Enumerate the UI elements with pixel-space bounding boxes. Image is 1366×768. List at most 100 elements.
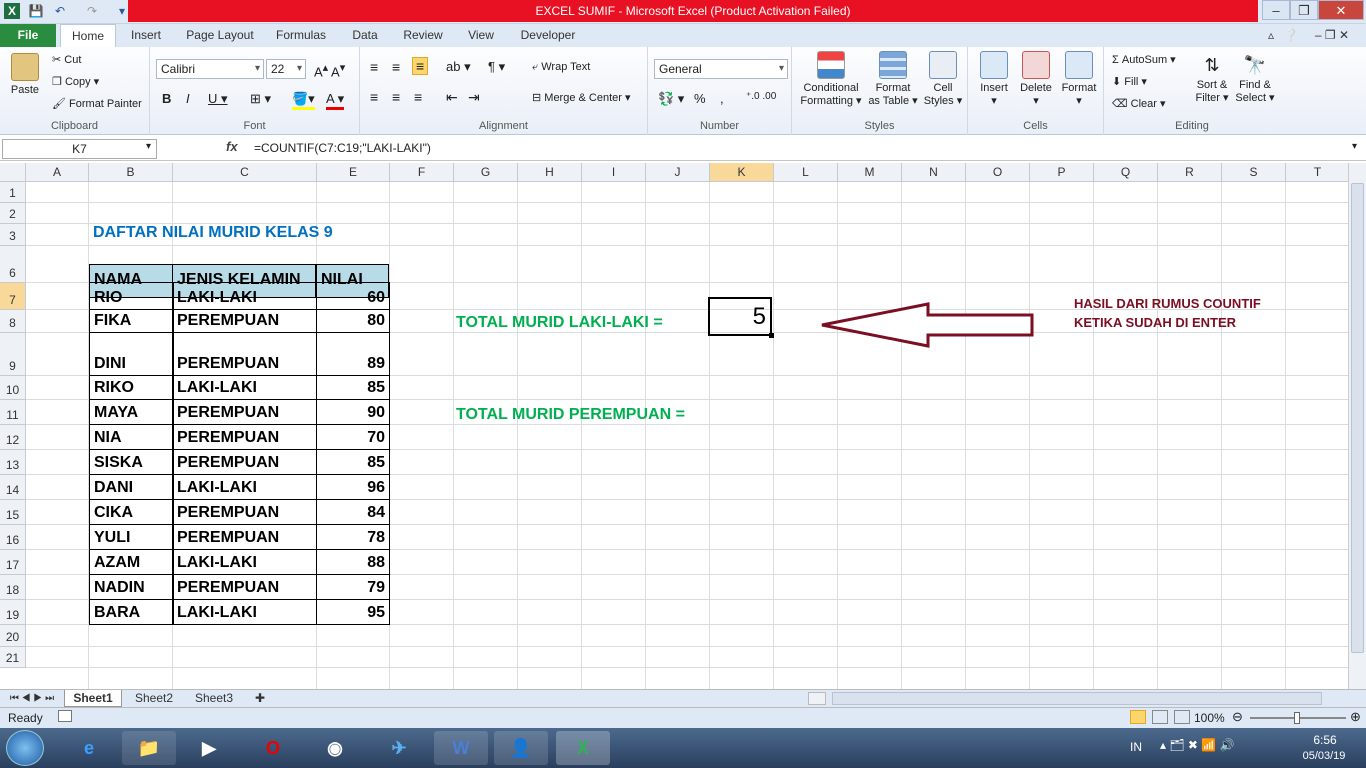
autosum-button[interactable]: Σ AutoSum ▾ [1112, 53, 1176, 66]
cell-styles-button[interactable]: Cell Styles ▾ [922, 51, 964, 107]
sheet-title[interactable]: DAFTAR NILAI MURID KELAS 9 [89, 222, 333, 244]
row-header-19[interactable]: 19 [0, 600, 26, 625]
col-header-j[interactable]: J [646, 163, 710, 182]
comma-icon[interactable]: , [720, 91, 724, 106]
align-right-icon[interactable]: ≡ [414, 89, 422, 105]
worksheet-grid[interactable]: ABCEFGHIJKLMNOPQRST 1 2 3 6 7 8 9 10 11 12 13 14 15 1… [0, 163, 1348, 689]
align-left-icon[interactable]: ≡ [370, 89, 378, 105]
percent-icon[interactable]: % [694, 91, 706, 106]
col-header-p[interactable]: P [1030, 163, 1094, 182]
record-name[interactable]: RIO [89, 282, 174, 310]
orientation-icon[interactable]: ab ▾ [446, 59, 471, 75]
row-header-13[interactable]: 13 [0, 450, 26, 475]
record-score[interactable]: 78 [316, 524, 390, 550]
row-header-9[interactable]: 9 [0, 333, 26, 376]
tab-home[interactable]: Home [60, 24, 116, 47]
record-score[interactable]: 85 [316, 449, 390, 475]
record-gender[interactable]: PEREMPUAN [172, 309, 317, 333]
tab-review[interactable]: Review [398, 24, 448, 47]
col-header-k[interactable]: K [710, 163, 774, 182]
tab-developer[interactable]: Developer [514, 24, 582, 47]
col-header-e[interactable]: E [317, 163, 390, 182]
delete-cells-button[interactable]: Delete ▾ [1016, 51, 1056, 107]
sheet-tab-1[interactable]: Sheet1 [64, 690, 122, 707]
row-header-16[interactable]: 16 [0, 525, 26, 550]
save-icon[interactable]: 💾 [28, 3, 44, 19]
record-score[interactable]: 70 [316, 424, 390, 450]
align-center-icon[interactable]: ≡ [392, 89, 400, 105]
row-header-20[interactable]: 20 [0, 625, 26, 647]
record-gender[interactable]: LAKI-LAKI [172, 599, 317, 625]
note-line-1[interactable]: HASIL DARI RUMUS COUNTIF [1070, 295, 1261, 313]
top-align-icon[interactable]: ≡ [370, 59, 378, 75]
record-score[interactable]: 88 [316, 549, 390, 575]
record-name[interactable]: BARA [89, 599, 174, 625]
decimal-icon[interactable]: ⁺.0 .00 [746, 91, 776, 102]
minimize-button[interactable]: – [1262, 0, 1290, 20]
record-score[interactable]: 84 [316, 499, 390, 525]
record-name[interactable]: YULI [89, 524, 174, 550]
ribbon-minimize-icon[interactable]: ▵ [1262, 24, 1280, 47]
hscroll-left-icon[interactable] [808, 692, 826, 705]
row-header-21[interactable]: 21 [0, 647, 26, 668]
vertical-scrollbar[interactable] [1348, 163, 1366, 689]
fill-button[interactable]: ⬇ Fill ▾ [1112, 75, 1147, 88]
clear-button[interactable]: ⌫ Clear ▾ [1112, 97, 1166, 110]
record-gender[interactable]: PEREMPUAN [172, 524, 317, 550]
merge-center-button[interactable]: ⊟ Merge & Center ▾ [532, 91, 631, 104]
col-header-l[interactable]: L [774, 163, 838, 182]
record-name[interactable]: SISKA [89, 449, 174, 475]
record-score[interactable]: 90 [316, 399, 390, 425]
zoom-in-icon[interactable]: ⊕ [1350, 709, 1361, 725]
record-name[interactable]: RIKO [89, 375, 174, 400]
active-cell-k7[interactable]: 5 [708, 297, 772, 336]
row-header-8[interactable]: 8 [0, 310, 26, 333]
text-direction-icon[interactable]: ¶ ▾ [488, 59, 505, 75]
record-gender[interactable]: PEREMPUAN [172, 399, 317, 425]
record-gender[interactable]: PEREMPUAN [172, 332, 317, 376]
col-header-c[interactable]: C [173, 163, 317, 182]
italic-button[interactable]: I [186, 91, 190, 106]
sort-filter-button[interactable]: ⇅ Sort & Filter ▾ [1192, 51, 1232, 104]
help-icon[interactable]: ❔ [1282, 24, 1300, 47]
record-gender[interactable]: LAKI-LAKI [172, 375, 317, 400]
tab-data[interactable]: Data [344, 24, 386, 47]
tab-view[interactable]: View [460, 24, 502, 47]
row-header-3[interactable]: 3 [0, 224, 26, 246]
redo-icon[interactable]: ↷ [84, 3, 100, 19]
tab-insert[interactable]: Insert [124, 24, 168, 47]
horizontal-scrollbar-thumb[interactable] [832, 692, 1322, 705]
page-break-view-icon[interactable] [1174, 710, 1190, 724]
file-explorer-icon[interactable]: 📁 [122, 731, 176, 765]
left-arrow-shape[interactable] [818, 301, 1038, 351]
record-gender[interactable]: PEREMPUAN [172, 499, 317, 525]
bottom-align-icon[interactable]: ≡ [412, 57, 429, 75]
record-score[interactable]: 60 [316, 282, 390, 310]
media-player-icon[interactable]: ▶ [182, 731, 236, 765]
insert-function-icon[interactable]: fx [226, 139, 238, 154]
record-score[interactable]: 95 [316, 599, 390, 625]
cut-button[interactable]: ✂ Cut [52, 53, 81, 66]
note-line-2[interactable]: KETIKA SUDAH DI ENTER [1070, 314, 1236, 332]
workbook-window-controls[interactable]: – ❐ ✕ [1302, 24, 1362, 47]
col-header-m[interactable]: M [838, 163, 902, 182]
zoom-out-icon[interactable]: ⊖ [1232, 709, 1243, 725]
normal-view-icon[interactable] [1130, 710, 1146, 724]
currency-icon[interactable]: 💱 ▾ [658, 91, 684, 107]
col-header-h[interactable]: H [518, 163, 582, 182]
record-name[interactable]: NIA [89, 424, 174, 450]
scrollbar-thumb[interactable] [1351, 183, 1364, 653]
col-header-b[interactable]: B [89, 163, 173, 182]
tab-page-layout[interactable]: Page Layout [180, 24, 260, 47]
grow-font-icon[interactable]: A▴ A▾ [314, 61, 345, 79]
bold-button[interactable]: B [162, 91, 171, 106]
chrome-icon[interactable]: ◉ [308, 731, 362, 765]
wrap-text-button[interactable]: ⤶ Wrap Text [532, 61, 590, 74]
record-name[interactable]: MAYA [89, 399, 174, 425]
total-female-label[interactable]: TOTAL MURID PEREMPUAN = [452, 402, 685, 426]
zoom-level[interactable]: 100% [1194, 711, 1225, 725]
col-header-o[interactable]: O [966, 163, 1030, 182]
col-header-f[interactable]: F [390, 163, 454, 182]
middle-align-icon[interactable]: ≡ [392, 59, 400, 75]
row-header-7[interactable]: 7 [0, 283, 26, 310]
